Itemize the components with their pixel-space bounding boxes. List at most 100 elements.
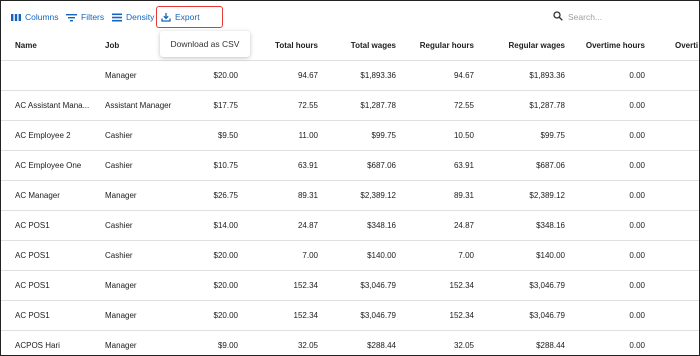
cell-regular-wages: $288.44 [536, 341, 565, 350]
cell-name: AC Manager [15, 191, 60, 200]
cell-overtime-wages [675, 331, 699, 355]
cell-total-wages: $1,287.78 [360, 101, 396, 110]
search-icon [553, 11, 563, 23]
export-label: Export [175, 12, 200, 22]
filters-label: Filters [81, 12, 105, 22]
table-row[interactable]: AC POS1 Manager $20.00 152.34 $3,046.79 … [1, 301, 699, 331]
cell-rate: $9.50 [217, 131, 238, 140]
export-menu: Download as CSV [160, 31, 250, 57]
table-row[interactable]: AC Employee 2 Cashier $9.50 11.00 $99.75… [1, 121, 699, 151]
cell-rate: $20.00 [213, 281, 238, 290]
columns-icon [11, 13, 21, 22]
cell-job: Manager [105, 311, 137, 320]
table-row[interactable]: AC Employee One Cashier $10.75 63.91 $68… [1, 151, 699, 181]
cell-rate: $26.75 [213, 191, 238, 200]
cell-overtime-wages [675, 211, 699, 240]
density-icon [112, 13, 122, 22]
cell-total-hours: 63.91 [297, 161, 318, 170]
cell-name [15, 61, 99, 90]
cell-name: ACPOS Hari [15, 341, 60, 350]
table-row[interactable]: AC POS1 Cashier $20.00 7.00 $140.00 7.00… [1, 241, 699, 271]
column-header-name[interactable]: Name [15, 31, 99, 60]
cell-job: Cashier [105, 221, 133, 230]
cell-regular-wages: $2,389.12 [529, 191, 565, 200]
cell-total-hours: 72.55 [297, 101, 318, 110]
cell-job: Assistant Manager [105, 101, 172, 110]
cell-overtime-wages [675, 181, 699, 210]
data-grid-window: Columns Filters Density Export Search...… [0, 0, 700, 356]
cell-regular-hours: 10.50 [453, 131, 474, 140]
cell-total-wages: $140.00 [367, 251, 396, 260]
cell-rate: $14.00 [213, 221, 238, 230]
table-row[interactable]: ACPOS Hari Manager $9.00 32.05 $288.44 3… [1, 331, 699, 355]
table-row[interactable]: AC POS1 Cashier $14.00 24.87 $348.16 24.… [1, 211, 699, 241]
cell-total-wages: $288.44 [367, 341, 396, 350]
table-row[interactable]: Manager $20.00 94.67 $1,893.36 94.67 $1,… [1, 61, 699, 91]
table-row[interactable]: AC Manager Manager $26.75 89.31 $2,389.1… [1, 181, 699, 211]
cell-regular-hours: 152.34 [449, 281, 474, 290]
cell-rate: $10.75 [213, 161, 238, 170]
filter-icon [66, 13, 77, 22]
cell-total-hours: 89.31 [297, 191, 318, 200]
cell-rate: $20.00 [213, 251, 238, 260]
density-button[interactable]: Density [112, 10, 154, 24]
cell-regular-hours: 63.91 [453, 161, 474, 170]
density-label: Density [126, 12, 155, 22]
cell-name: AC POS1 [15, 221, 50, 230]
column-header-overtime-hours[interactable]: Overtime hours [567, 31, 645, 60]
column-header-total-hours[interactable]: Total hours [240, 31, 318, 60]
column-header-total-wages[interactable]: Total wages [318, 31, 396, 60]
cell-total-hours: 24.87 [297, 221, 318, 230]
cell-overtime-hours: 0.00 [629, 191, 645, 200]
cell-job: Manager [105, 71, 137, 80]
cell-regular-hours: 72.55 [453, 101, 474, 110]
cell-name: AC Employee One [15, 161, 82, 170]
cell-rate: $20.00 [213, 71, 238, 80]
cell-regular-hours: 152.34 [449, 311, 474, 320]
data-table: Name Job Total hours Total wages Regular… [1, 31, 699, 355]
export-button[interactable]: Export [161, 10, 200, 24]
cell-overtime-wages [675, 241, 699, 270]
cell-name: AC POS1 [15, 281, 50, 290]
column-header-regular-hours[interactable]: Regular hours [396, 31, 474, 60]
cell-total-wages: $99.75 [371, 131, 396, 140]
cell-regular-wages: $3,046.79 [529, 311, 565, 320]
cell-job: Manager [105, 281, 137, 290]
table-row[interactable]: AC Assistant Mana... Assistant Manager $… [1, 91, 699, 121]
columns-button[interactable]: Columns [11, 10, 59, 24]
cell-job: Cashier [105, 131, 133, 140]
cell-total-wages: $3,046.79 [360, 281, 396, 290]
cell-total-wages: $2,389.12 [360, 191, 396, 200]
filters-button[interactable]: Filters [66, 10, 104, 24]
cell-job: Cashier [105, 161, 133, 170]
table-header-row: Name Job Total hours Total wages Regular… [1, 31, 699, 61]
cell-rate: $17.75 [213, 101, 238, 110]
search-box[interactable] [553, 10, 693, 24]
cell-total-wages: $1,893.36 [360, 71, 396, 80]
cell-job: Cashier [105, 251, 133, 260]
cell-regular-wages: $348.16 [536, 221, 565, 230]
cell-regular-hours: 7.00 [458, 251, 474, 260]
columns-label: Columns [25, 12, 59, 22]
table-row[interactable]: AC POS1 Manager $20.00 152.34 $3,046.79 … [1, 271, 699, 301]
search-input[interactable] [568, 12, 678, 22]
cell-total-wages: $3,046.79 [360, 311, 396, 320]
cell-regular-wages: $99.75 [540, 131, 565, 140]
column-header-overtime-wages[interactable]: Overti [675, 31, 699, 60]
cell-total-hours: 11.00 [298, 131, 318, 140]
cell-overtime-hours: 0.00 [629, 251, 645, 260]
cell-regular-wages: $1,893.36 [529, 71, 565, 80]
cell-name: AC Employee 2 [15, 131, 71, 140]
cell-job: Manager [105, 341, 137, 350]
cell-overtime-wages [675, 301, 699, 330]
cell-regular-hours: 24.87 [453, 221, 474, 230]
cell-total-hours: 7.00 [302, 251, 318, 260]
cell-total-wages: $687.06 [367, 161, 396, 170]
cell-regular-wages: $687.06 [536, 161, 565, 170]
cell-overtime-hours: 0.00 [629, 221, 645, 230]
cell-regular-hours: 32.05 [453, 341, 474, 350]
download-csv-menu-item[interactable]: Download as CSV [171, 39, 240, 49]
cell-overtime-wages [675, 271, 699, 300]
grid-toolbar: Columns Filters Density Export [1, 1, 699, 31]
column-header-regular-wages[interactable]: Regular wages [474, 31, 565, 60]
